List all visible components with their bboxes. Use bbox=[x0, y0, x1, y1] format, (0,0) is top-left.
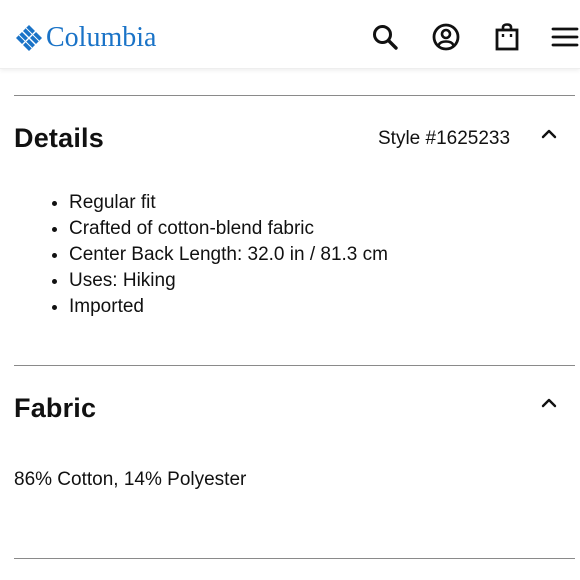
list-item: Regular fit bbox=[69, 190, 388, 216]
divider bbox=[14, 95, 575, 96]
shopping-bag-icon[interactable] bbox=[492, 22, 522, 52]
columbia-diamond-logo-icon bbox=[16, 25, 42, 51]
list-item: Crafted of cotton-blend fabric bbox=[69, 216, 388, 242]
divider bbox=[14, 365, 575, 366]
brand-name: Columbia bbox=[46, 22, 157, 53]
fabric-heading[interactable]: Fabric bbox=[14, 393, 96, 424]
details-heading[interactable]: Details bbox=[14, 123, 104, 154]
style-number: Style #1625233 bbox=[378, 128, 511, 149]
columbia-logo[interactable]: Columbia bbox=[14, 22, 156, 54]
search-icon[interactable] bbox=[370, 22, 400, 52]
product-details-page: Columbia Details Style #1625233 • Regula… bbox=[0, 0, 580, 580]
divider bbox=[14, 558, 575, 559]
list-item: Uses: Hiking bbox=[69, 268, 388, 294]
account-icon[interactable] bbox=[431, 22, 461, 52]
list-item: Imported bbox=[69, 294, 388, 320]
chevron-up-icon[interactable] bbox=[539, 124, 559, 144]
menu-icon[interactable] bbox=[550, 22, 580, 52]
list-item: Center Back Length: 32.0 in / 81.3 cm bbox=[69, 242, 388, 268]
details-list: Regular fit Crafted of cotton-blend fabr… bbox=[45, 190, 388, 320]
fabric-content: 86% Cotton, 14% Polyester bbox=[14, 469, 247, 490]
site-header: Columbia bbox=[0, 0, 580, 69]
chevron-up-icon[interactable] bbox=[539, 393, 559, 413]
